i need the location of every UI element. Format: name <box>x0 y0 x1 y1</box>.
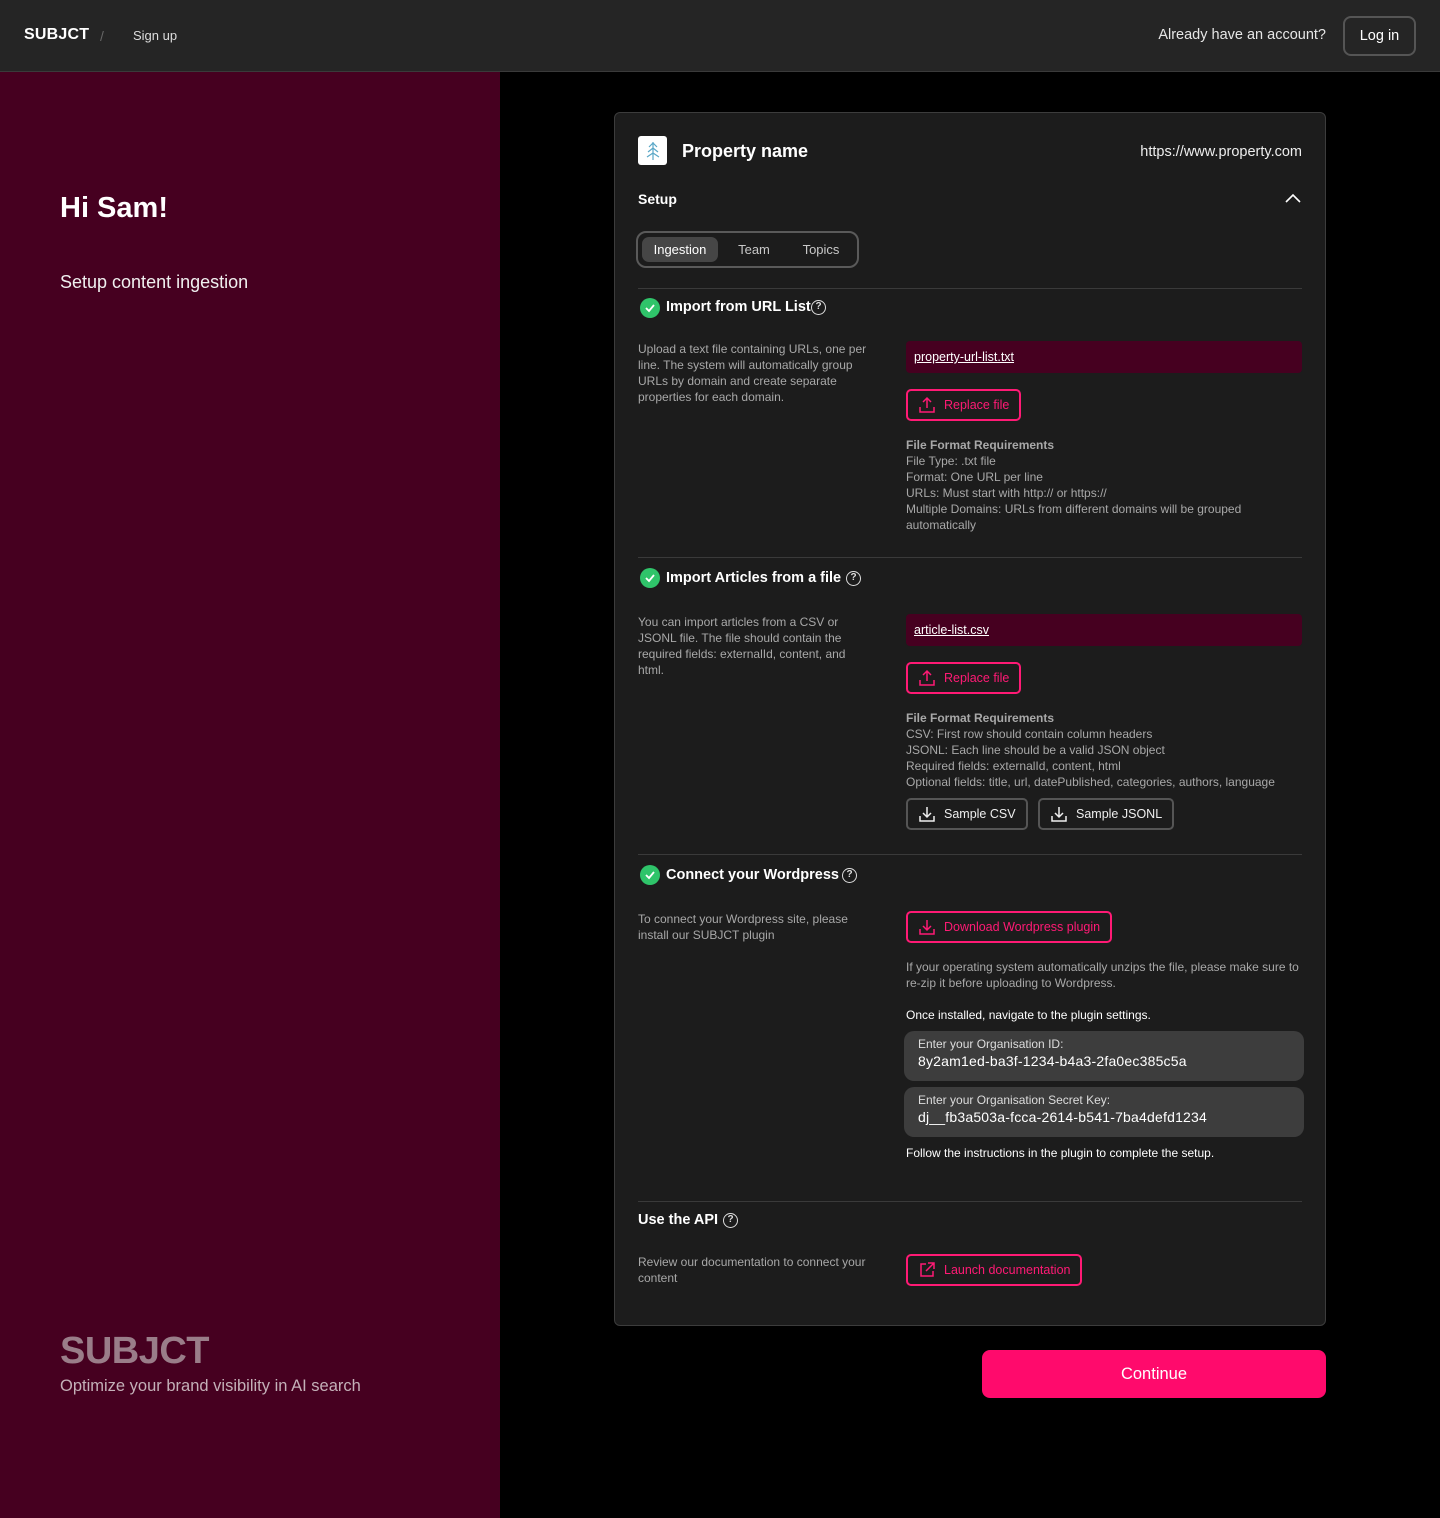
already-account-text: Already have an account? <box>1158 27 1326 43</box>
property-name: Property name <box>682 141 809 161</box>
replace-file-label: Replace file <box>944 671 1010 685</box>
check-icon <box>640 298 660 318</box>
breadcrumb-separator: / <box>100 28 104 44</box>
sample-csv-label: Sample CSV <box>944 807 1016 821</box>
brand-tagline: Optimize your brand visibility in AI sea… <box>60 1377 361 1395</box>
divider <box>638 557 1302 558</box>
download-plugin-label: Download Wordpress plugin <box>944 920 1101 934</box>
replace-file-label: Replace file <box>944 398 1010 412</box>
setup-heading: Setup <box>638 191 677 207</box>
requirement-item: Optional fields: title, url, datePublish… <box>906 775 1275 789</box>
api-description: Review our documentation to connect your… <box>638 1255 866 1285</box>
requirements-title: File Format Requirements <box>906 438 1055 452</box>
articles-title: Import Articles from a file <box>666 570 842 586</box>
external-link-icon <box>920 1262 935 1277</box>
top-bar: SUBJCT / Sign up Already have an account… <box>0 0 1440 72</box>
chevron-up-icon[interactable] <box>1284 190 1302 208</box>
help-icon[interactable]: ? <box>811 300 826 315</box>
follow-instructions-note: Follow the instructions in the plugin to… <box>906 1146 1215 1160</box>
upload-icon <box>919 669 935 686</box>
navigate-note: Once installed, navigate to the plugin s… <box>906 1008 1151 1022</box>
download-icon <box>919 920 935 935</box>
setup-tabs: Ingestion Team Topics <box>636 231 859 268</box>
sample-jsonl-label: Sample JSONL <box>1076 807 1163 821</box>
organisation-id-value: 8y2am1ed-ba3f-1234-b4a3-2fa0ec385c5a <box>918 1053 1187 1069</box>
unzip-note: If your operating system automatically u… <box>906 960 1299 990</box>
url-list-description: Upload a text file containing URLs, one … <box>638 342 867 404</box>
left-panel: Hi Sam! Setup content ingestion SUBJCT O… <box>0 72 500 1518</box>
check-icon <box>640 865 660 885</box>
launch-documentation-label: Launch documentation <box>944 1263 1071 1277</box>
requirements-title: File Format Requirements <box>906 711 1055 725</box>
url-list-title: Import from URL List <box>666 299 811 315</box>
requirement-item: File Type: .txt file <box>906 454 996 468</box>
divider <box>638 288 1302 289</box>
organisation-secret-value: dj__fb3a503a-fcca-2614-b541-7ba4defd1234 <box>918 1109 1208 1125</box>
continue-button[interactable]: Continue <box>982 1350 1326 1398</box>
check-icon <box>640 568 660 588</box>
organisation-id-field[interactable]: Enter your Organisation ID: 8y2am1ed-ba3… <box>904 1031 1304 1081</box>
property-url: https://www.property.com <box>1140 144 1302 160</box>
help-icon[interactable]: ? <box>723 1213 738 1228</box>
download-icon <box>919 807 935 822</box>
api-title: Use the API <box>638 1212 719 1228</box>
articles-description: You can import articles from a CSV or JS… <box>638 615 846 677</box>
breadcrumb-sign-up: Sign up <box>133 28 178 43</box>
requirement-item: URLs: Must start with http:// or https:/… <box>906 486 1107 500</box>
login-button[interactable]: Log in <box>1343 16 1416 56</box>
divider <box>638 854 1302 855</box>
replace-file-button[interactable]: Replace file <box>906 389 1022 421</box>
launch-documentation-button[interactable]: Launch documentation <box>906 1254 1083 1286</box>
greeting: Hi Sam! <box>60 192 168 224</box>
divider <box>638 1201 1302 1202</box>
requirement-item: Format: One URL per line <box>906 470 1043 484</box>
download-icon <box>1051 807 1067 822</box>
upload-icon <box>919 396 935 413</box>
property-setup-card: Property name https://www.property.com S… <box>614 112 1326 1326</box>
organisation-id-label: Enter your Organisation ID: <box>918 1037 1064 1051</box>
brand-logo[interactable]: SUBJCT <box>24 26 89 44</box>
requirement-item: Multiple Domains: URLs from different do… <box>906 502 1242 532</box>
replace-file-button[interactable]: Replace file <box>906 662 1022 694</box>
requirement-item: Required fields: externalId, content, ht… <box>906 759 1121 773</box>
property-logo-icon <box>638 136 667 165</box>
page-subtitle: Setup content ingestion <box>60 272 249 292</box>
url-list-file-link[interactable]: property-url-list.txt <box>906 341 1302 373</box>
requirement-item: CSV: First row should contain column hea… <box>906 727 1153 741</box>
organisation-secret-field[interactable]: Enter your Organisation Secret Key: dj__… <box>904 1087 1304 1137</box>
sample-jsonl-button[interactable]: Sample JSONL <box>1038 798 1175 830</box>
requirement-item: JSONL: Each line should be a valid JSON … <box>906 743 1165 757</box>
brand-wordmark: SUBJCT <box>60 1330 210 1372</box>
tab-team[interactable]: Team <box>724 237 784 262</box>
tab-ingestion[interactable]: Ingestion <box>642 237 718 262</box>
help-icon[interactable]: ? <box>842 868 857 883</box>
articles-file-link[interactable]: article-list.csv <box>906 614 1302 646</box>
sample-csv-button[interactable]: Sample CSV <box>906 798 1028 830</box>
wordpress-title: Connect your Wordpress <box>666 867 839 883</box>
download-wordpress-plugin-button[interactable]: Download Wordpress plugin <box>906 911 1113 943</box>
organisation-secret-label: Enter your Organisation Secret Key: <box>918 1093 1111 1107</box>
wordpress-description: To connect your Wordpress site, please i… <box>638 912 848 942</box>
tab-topics[interactable]: Topics <box>790 237 852 262</box>
help-icon[interactable]: ? <box>846 571 861 586</box>
